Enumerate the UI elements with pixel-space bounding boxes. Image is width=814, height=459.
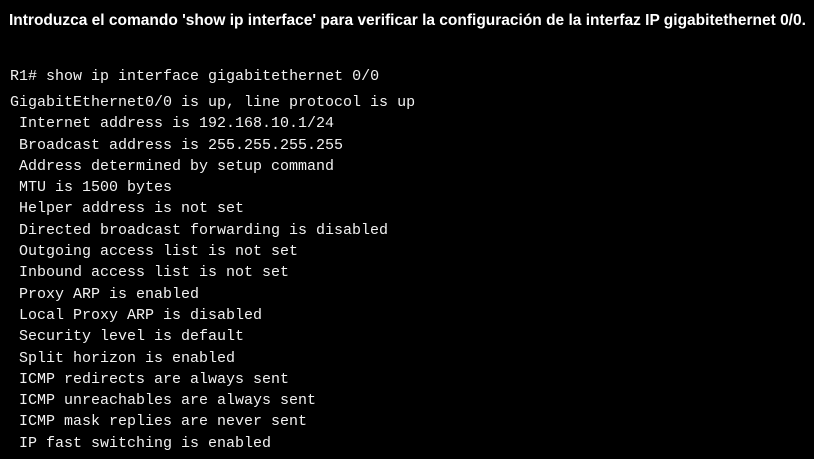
output-line-directed-broadcast: Directed broadcast forwarding is disable… <box>10 221 389 239</box>
output-line-internet-address: Internet address is 192.168.10.1/24 <box>10 115 335 133</box>
output-line-split-horizon: Split horizon is enabled <box>10 349 236 367</box>
output-line-security-level: Security level is default <box>10 328 245 346</box>
command-line: R1# show ip interface gigabitethernet 0/… <box>10 66 810 87</box>
terminal-prompt: R1# <box>10 68 38 85</box>
output-line-helper-address: Helper address is not set <box>10 200 245 218</box>
output-line-icmp-redirects: ICMP redirects are always sent <box>10 370 290 388</box>
output-line-inbound-acl: Inbound access list is not set <box>10 264 290 282</box>
output-line-outgoing-acl: Outgoing access list is not set <box>10 243 299 261</box>
output-line-icmp-mask-replies: ICMP mask replies are never sent <box>10 413 308 431</box>
command-text: show ip interface gigabitethernet 0/0 <box>46 68 380 85</box>
instruction-text: Introduzca el comando 'show ip interface… <box>9 12 806 29</box>
output-line-local-proxy-arp: Local Proxy ARP is disabled <box>10 306 263 324</box>
terminal-console[interactable]: R1# show ip interface gigabitethernet 0/… <box>10 66 810 454</box>
output-line-status: GigabitEthernet0/0 is up, line protocol … <box>10 94 416 111</box>
output-line-icmp-unreachables: ICMP unreachables are always sent <box>10 392 317 410</box>
output-line-broadcast-address: Broadcast address is 255.255.255.255 <box>10 136 344 154</box>
output-line-proxy-arp: Proxy ARP is enabled <box>10 285 200 303</box>
output-line-mtu: MTU is 1500 bytes <box>10 179 173 197</box>
output-line-ip-fast-switching: IP fast switching is enabled <box>10 434 272 452</box>
output-line-address-determined: Address determined by setup command <box>10 157 335 175</box>
